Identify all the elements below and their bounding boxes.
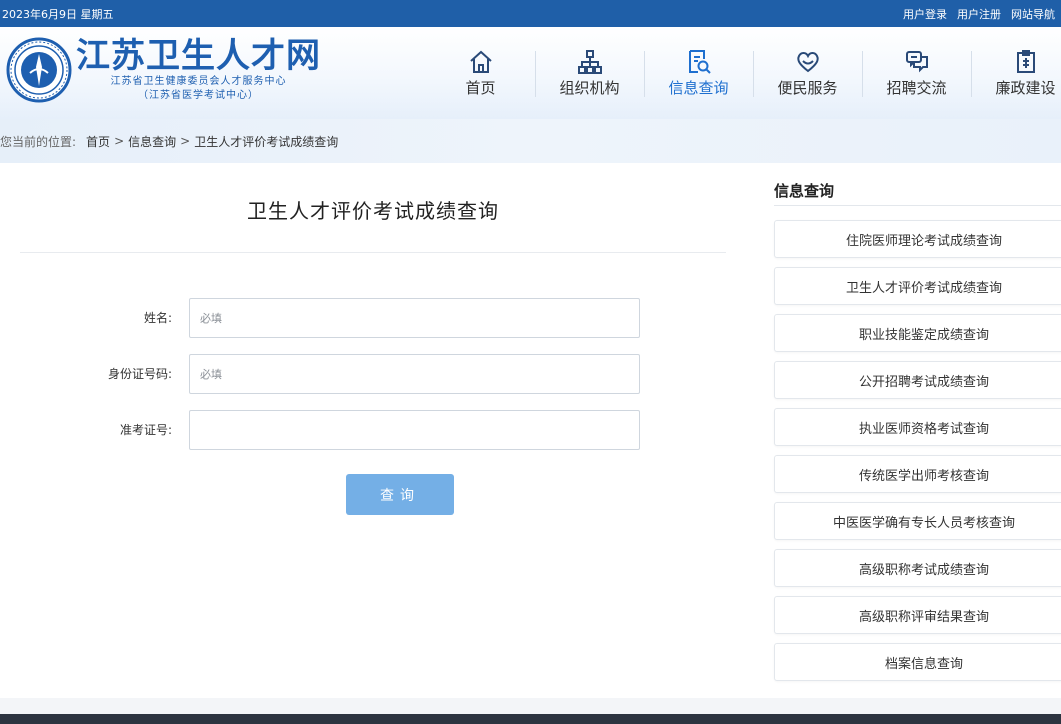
emblem-icon: [6, 37, 72, 103]
breadcrumb-prefix: 您当前的位置:: [0, 134, 77, 149]
sidebar-item-public-recruit[interactable]: 公开招聘考试成绩查询: [774, 361, 1061, 399]
sidebar-item-label: 住院医师理论考试成绩查询: [845, 233, 1002, 249]
sidebar-item-label: 执业医师资格考试查询: [858, 421, 989, 437]
name-label: 姓名:: [143, 311, 172, 325]
sidebar-item-senior-title-exam[interactable]: 高级职称考试成绩查询: [774, 549, 1061, 587]
sidebar-item-physician-license[interactable]: 执业医师资格考试查询: [774, 408, 1061, 446]
sidebar-item-label: 档案信息查询: [884, 656, 963, 672]
login-link[interactable]: 用户登录: [903, 6, 947, 22]
nav-home-label: 首页: [465, 78, 496, 97]
title-divider: [20, 252, 726, 253]
nav-integrity[interactable]: 廉政建设: [971, 27, 1061, 119]
breadcrumb: 您当前的位置: 首页 > 信息查询 > 卫生人才评价考试成绩查询: [0, 119, 1061, 163]
sidebar-item-label: 高级职称评审结果查询: [858, 609, 989, 625]
footer-strip: [0, 714, 1061, 724]
nav-info-query-label: 信息查询: [668, 78, 729, 97]
top-links: 用户登录 用户注册 网站导航: [903, 6, 1055, 22]
sidebar-item-label: 卫生人才评价考试成绩查询: [845, 280, 1002, 296]
id-number-input[interactable]: [189, 354, 640, 394]
sidebar-item-archive-query[interactable]: 档案信息查询: [774, 643, 1061, 681]
sidebar-item-talent-eval-exam[interactable]: 卫生人才评价考试成绩查询: [774, 267, 1061, 305]
search-document-icon: [688, 49, 711, 74]
nav-info-query[interactable]: 信息查询: [644, 27, 753, 119]
sidebar-item-resident-exam[interactable]: 住院医师理论考试成绩查询: [774, 220, 1061, 258]
nav-recruitment[interactable]: 招聘交流: [862, 27, 971, 119]
breadcrumb-current: 卫生人才评价考试成绩查询: [194, 134, 339, 149]
org-chart-icon: [577, 49, 602, 74]
admission-number-input[interactable]: [189, 410, 640, 450]
nav-organization-label: 组织机构: [559, 78, 620, 97]
admission-number-label: 准考证号:: [119, 423, 172, 437]
current-date: 2023年6月9日 星期五: [2, 7, 114, 21]
nav-public-service-label: 便民服务: [777, 78, 838, 97]
name-input[interactable]: [189, 298, 640, 338]
id-number-label: 身份证号码:: [107, 367, 172, 381]
sidebar-item-senior-title-review[interactable]: 高级职称评审结果查询: [774, 596, 1061, 634]
sidebar-item-label: 高级职称考试成绩查询: [858, 562, 989, 578]
sidebar-item-label: 职业技能鉴定成绩查询: [858, 327, 989, 343]
breadcrumb-info-query[interactable]: 信息查询: [128, 133, 176, 150]
page-title: 卫生人才评价考试成绩查询: [247, 199, 499, 223]
sidebar-item-label: 公开招聘考试成绩查询: [858, 374, 989, 390]
site-map-link[interactable]: 网站导航: [1011, 6, 1055, 22]
nav-home[interactable]: 首页: [426, 27, 535, 119]
sidebar-item-label: 中医医学确有专长人员考核查询: [832, 515, 1015, 531]
sidebar-item-tcm-expertise[interactable]: 中医医学确有专长人员考核查询: [774, 502, 1061, 540]
breadcrumb-separator: >: [114, 134, 125, 148]
breadcrumb-separator: >: [180, 134, 191, 148]
breadcrumb-home[interactable]: 首页: [86, 133, 110, 150]
sidebar-item-traditional-medicine[interactable]: 传统医学出师考核查询: [774, 455, 1061, 493]
sidebar-item-vocational-skill[interactable]: 职业技能鉴定成绩查询: [774, 314, 1061, 352]
shield-document-icon: [1016, 49, 1035, 73]
home-icon: [469, 50, 492, 73]
sidebar-item-label: 传统医学出师考核查询: [858, 468, 989, 484]
nav-organization[interactable]: 组织机构: [535, 27, 644, 119]
top-bar: 2023年6月9日 星期五 用户登录 用户注册 网站导航: [0, 0, 1061, 27]
site-subtitle-2: （江苏省医学考试中心）: [138, 90, 259, 101]
main-content: 卫生人才评价考试成绩查询 姓名: 身份证号码: 准考证号: 查询 信息查询 住院…: [0, 163, 1061, 698]
site-logo[interactable]: 江苏卫生人才网 江苏省卫生健康委员会人才服务中心 （江苏省医学考试中心）: [6, 37, 321, 103]
site-title: 江苏卫生人才网: [76, 36, 321, 76]
nav-recruitment-label: 招聘交流: [886, 78, 947, 97]
sidebar-title: 信息查询: [774, 182, 835, 200]
heart-service-icon: [796, 51, 819, 72]
query-button[interactable]: 查询: [346, 474, 454, 515]
sidebar-list: 住院医师理论考试成绩查询 卫生人才评价考试成绩查询 职业技能鉴定成绩查询 公开招…: [774, 220, 1061, 690]
chat-bubbles-icon: [905, 50, 928, 72]
site-subtitle-1: 江苏省卫生健康委员会人才服务中心: [110, 76, 287, 87]
main-nav: 首页 组织机构 信息查询 便民服务 招聘交流 廉政建设: [426, 27, 1061, 119]
nav-public-service[interactable]: 便民服务: [753, 27, 862, 119]
register-link[interactable]: 用户注册: [957, 6, 1001, 22]
nav-integrity-label: 廉政建设: [995, 78, 1056, 97]
site-header: 江苏卫生人才网 江苏省卫生健康委员会人才服务中心 （江苏省医学考试中心） 首页 …: [0, 27, 1061, 119]
sidebar-divider: [774, 205, 1061, 206]
